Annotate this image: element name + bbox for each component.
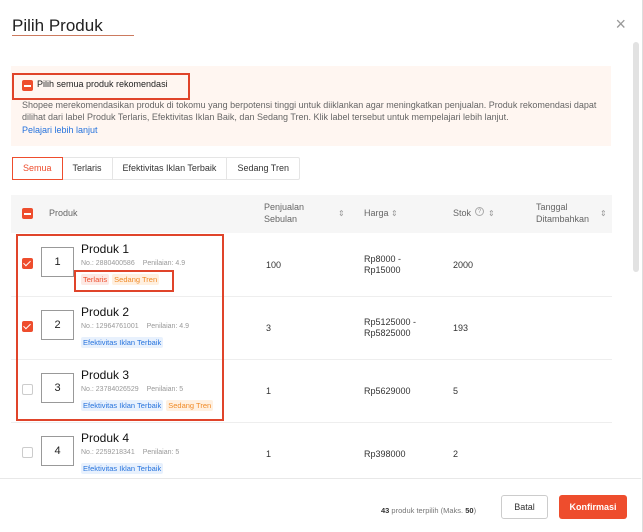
price-value-line2: Rp15000 <box>364 265 401 275</box>
learn-more-link[interactable]: Pelajari lebih lanjut <box>22 125 98 135</box>
tag-efektivitas-iklan-terbaik[interactable]: Efektivitas Iklan Terbaik <box>81 463 164 474</box>
header-product: Produk <box>49 208 78 218</box>
sort-date-icon[interactable]: ⇕ <box>600 209 607 218</box>
highlight-box-products <box>16 234 224 421</box>
header-stock[interactable]: Stok <box>453 208 471 218</box>
sort-sales-icon[interactable]: ⇕ <box>338 209 345 218</box>
header-date-line1[interactable]: Tanggal <box>536 202 568 212</box>
cancel-button[interactable]: Batal <box>501 495 548 519</box>
price-value: Rp398000 <box>364 449 406 459</box>
modal-title: Pilih Produk <box>12 16 103 35</box>
recommendation-description: Shopee merekomendasikan produk di tokomu… <box>22 100 597 122</box>
close-icon[interactable]: × <box>615 14 626 35</box>
table-row[interactable]: 4 Produk 4 No.: 2259218341 Penilaian: 5 E… <box>11 423 612 486</box>
tab-sedang-tren[interactable]: Sedang Tren <box>227 158 299 179</box>
price-value-line1: Rp5125000 - <box>364 317 417 327</box>
price-value-line1: Rp8000 - <box>364 254 402 264</box>
stock-value: 193 <box>453 323 469 333</box>
tab-semua[interactable]: Semua <box>12 157 63 180</box>
price-value: Rp5629000 <box>364 386 411 396</box>
filter-tabs: Semua Terlaris Efektivitas Iklan Terbaik… <box>12 157 300 180</box>
sales-value: 100 <box>266 260 282 270</box>
tab-terlaris[interactable]: Terlaris <box>63 158 113 179</box>
max-count: 50 <box>465 506 474 515</box>
sales-value: 1 <box>266 449 272 459</box>
sort-stock-icon[interactable]: ⇕ <box>488 209 495 218</box>
stock-value: 5 <box>453 386 459 396</box>
sales-value: 1 <box>266 386 272 396</box>
product-tags: Efektivitas Iklan Terbaik <box>81 463 164 474</box>
highlight-box-select-all <box>12 73 190 100</box>
product-name: Produk 4 <box>81 431 130 445</box>
table-header: Produk Penjualan Sebulan ⇕ Harga ⇕ Stok … <box>11 195 612 233</box>
scrollbar[interactable] <box>633 42 639 272</box>
sort-price-icon[interactable]: ⇕ <box>391 209 398 218</box>
product-rating: Penilaian: 5 <box>142 449 180 456</box>
header-date-line2[interactable]: Ditambahkan <box>536 214 589 224</box>
header-price[interactable]: Harga <box>364 208 389 218</box>
selected-text: produk terpilih (Maks. <box>389 506 466 515</box>
select-all-checkbox[interactable] <box>22 208 33 219</box>
select-product-modal: Pilih Produk × Pilih semua produk rekome… <box>0 0 643 532</box>
row-number-box: 4 <box>41 436 74 466</box>
confirm-button[interactable]: Konfirmasi <box>559 495 627 519</box>
stock-value: 2 <box>453 449 459 459</box>
tab-efektivitas-iklan-terbaik[interactable]: Efektivitas Iklan Terbaik <box>113 158 228 179</box>
close-paren: ) <box>473 506 477 515</box>
stock-value: 2000 <box>453 260 474 270</box>
highlight-box-tags <box>74 270 174 292</box>
product-meta: No.: 2259218341 Penilaian: 5 <box>81 449 179 456</box>
price-value-line2: Rp5825000 <box>364 328 411 338</box>
sales-value: 3 <box>266 323 272 333</box>
product-id: No.: 2259218341 <box>81 449 135 456</box>
selected-count-text: 43 produk terpilih (Maks. 50) <box>381 506 476 515</box>
header-sales-line1[interactable]: Penjualan <box>264 202 304 212</box>
info-icon[interactable]: ? <box>475 207 484 216</box>
header-sales-line2[interactable]: Sebulan <box>264 214 297 224</box>
modal-footer: 43 produk terpilih (Maks. 50) Batal Konf… <box>0 478 641 532</box>
title-underline <box>12 35 134 36</box>
row-checkbox[interactable] <box>22 447 33 458</box>
